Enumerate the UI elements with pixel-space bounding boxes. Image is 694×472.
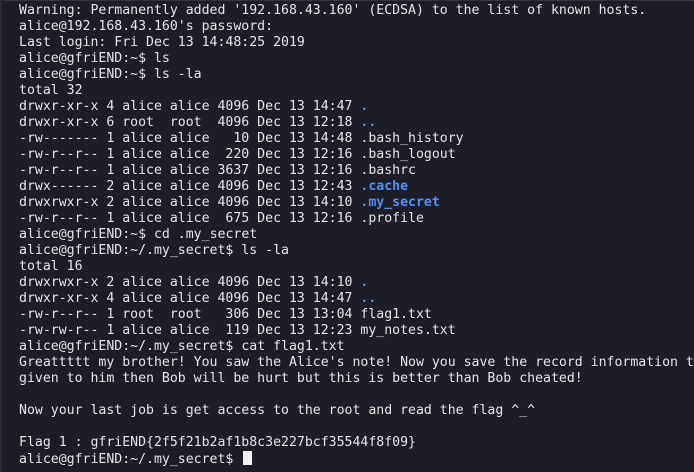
ls-meta: -rw-r--r-- 1 alice alice 3637 Dec 13 12:…	[19, 163, 361, 178]
terminal-line: Greattttt my brother! You saw the Alice'…	[19, 355, 694, 370]
terminal-line: total 32	[19, 83, 83, 98]
prompt: alice@gfriEND:~/.my_secret$	[19, 339, 234, 354]
prompt: alice@gfriEND:~$	[19, 51, 147, 66]
ls-row: drwxr-xr-x 4 alice alice 4096 Dec 13 14:…	[19, 99, 368, 115]
ls-file-name: .bashrc	[360, 163, 416, 178]
terminal-line: alice@gfriEND:~/.my_secret$ cat flag1.tx…	[19, 339, 345, 355]
ls-dir-name: .	[360, 99, 369, 114]
ls-row: drwxr-xr-x 6 root root 4096 Dec 13 12:18…	[19, 115, 376, 131]
ls-meta: drwxr-xr-x 4 alice alice 4096 Dec 13 14:…	[19, 291, 361, 306]
ls-row: -rw-r--r-- 1 root root 306 Dec 13 13:04 …	[19, 307, 432, 323]
ls-meta: -rw-r--r-- 1 alice alice 220 Dec 13 12:1…	[19, 147, 361, 162]
ls-meta: drwxr-xr-x 4 alice alice 4096 Dec 13 14:…	[19, 99, 361, 114]
ls-meta: -rw-rw-r-- 1 alice alice 119 Dec 13 12:2…	[19, 323, 361, 338]
ls-row: -rw------- 1 alice alice 10 Dec 13 14:48…	[19, 131, 464, 147]
terminal-line: alice@gfriEND:~/.my_secret$ ls -la	[19, 243, 289, 259]
ls-row: drwx------ 2 alice alice 4096 Dec 13 12:…	[19, 179, 408, 195]
terminal-line: alice@gfriEND:~$ ls	[19, 51, 170, 67]
ls-dir-name: .my_secret	[360, 195, 440, 210]
prompt: alice@gfriEND:~$	[19, 67, 147, 82]
ls-dir-name: ..	[360, 291, 377, 306]
ls-file-name: .profile	[360, 211, 424, 226]
terminal-line: given to him then Bob will be hurt but t…	[19, 371, 583, 386]
terminal-line: alice@gfriEND:~$ ls -la	[19, 67, 202, 83]
ls-file-name: flag1.txt	[360, 307, 432, 322]
command: ls -la	[146, 67, 202, 82]
ls-row: drwxr-xr-x 4 alice alice 4096 Dec 13 14:…	[19, 291, 376, 307]
terminal-input-line[interactable]: alice@gfriEND:~/.my_secret$	[19, 451, 253, 467]
ls-row: -rw-r--r-- 1 alice alice 220 Dec 13 12:1…	[19, 147, 456, 163]
ls-row: drwxrwxr-x 2 alice alice 4096 Dec 13 14:…	[19, 275, 368, 291]
flag-line: Flag 1 : gfriEND{2f5f21b2af1b8c3e227bcf3…	[19, 435, 416, 450]
terminal-line: total 16	[19, 259, 83, 274]
terminal-line: Warning: Permanently added '192.168.43.1…	[19, 3, 647, 18]
command: cd .my_secret	[146, 227, 258, 242]
ls-meta: drwxrwxr-x 2 alice alice 4096 Dec 13 14:…	[19, 195, 361, 210]
ls-meta: -rw------- 1 alice alice 10 Dec 13 14:48	[19, 131, 361, 146]
ls-file-name: my_notes.txt	[360, 323, 456, 338]
terminal-line: Now your last job is get access to the r…	[19, 403, 536, 418]
command: cat flag1.txt	[233, 339, 345, 354]
terminal-line: alice@gfriEND:~$ cd .my_secret	[19, 227, 257, 243]
ls-row: -rw-r--r-- 1 alice alice 3637 Dec 13 12:…	[19, 163, 416, 179]
ls-meta: drwx------ 2 alice alice 4096 Dec 13 12:…	[19, 179, 361, 194]
ls-meta: drwxrwxr-x 2 alice alice 4096 Dec 13 14:…	[19, 275, 361, 290]
prompt: alice@gfriEND:~/.my_secret$	[19, 452, 234, 467]
ls-file-name: .bash_history	[360, 131, 464, 146]
ls-row: -rw-rw-r-- 1 alice alice 119 Dec 13 12:2…	[19, 323, 456, 339]
command: ls	[146, 51, 170, 66]
window-top-border	[0, 0, 694, 1]
terminal-window[interactable]: Warning: Permanently added '192.168.43.1…	[0, 0, 694, 472]
terminal-line: Last login: Fri Dec 13 14:48:25 2019	[19, 35, 305, 50]
prompt: alice@gfriEND:~/.my_secret$	[19, 243, 234, 258]
ls-dir-name: ..	[360, 115, 377, 130]
ls-meta: -rw-r--r-- 1 root root 306 Dec 13 13:04	[19, 307, 361, 322]
ls-dir-name: .	[360, 275, 369, 290]
ls-dir-name: .cache	[360, 179, 409, 194]
terminal-line: alice@192.168.43.160's password:	[19, 19, 274, 34]
ls-row: -rw-r--r-- 1 alice alice 675 Dec 13 12:1…	[19, 211, 424, 227]
ls-meta: -rw-r--r-- 1 alice alice 675 Dec 13 12:1…	[19, 211, 361, 226]
prompt: alice@gfriEND:~$	[19, 227, 147, 242]
window-left-edge	[0, 0, 2, 472]
ls-row: drwxrwxr-x 2 alice alice 4096 Dec 13 14:…	[19, 195, 440, 211]
command	[233, 452, 241, 467]
ls-meta: drwxr-xr-x 6 root root 4096 Dec 13 12:18	[19, 115, 361, 130]
ls-file-name: .bash_logout	[360, 147, 456, 162]
text-cursor	[243, 451, 253, 465]
command: ls -la	[233, 243, 289, 258]
